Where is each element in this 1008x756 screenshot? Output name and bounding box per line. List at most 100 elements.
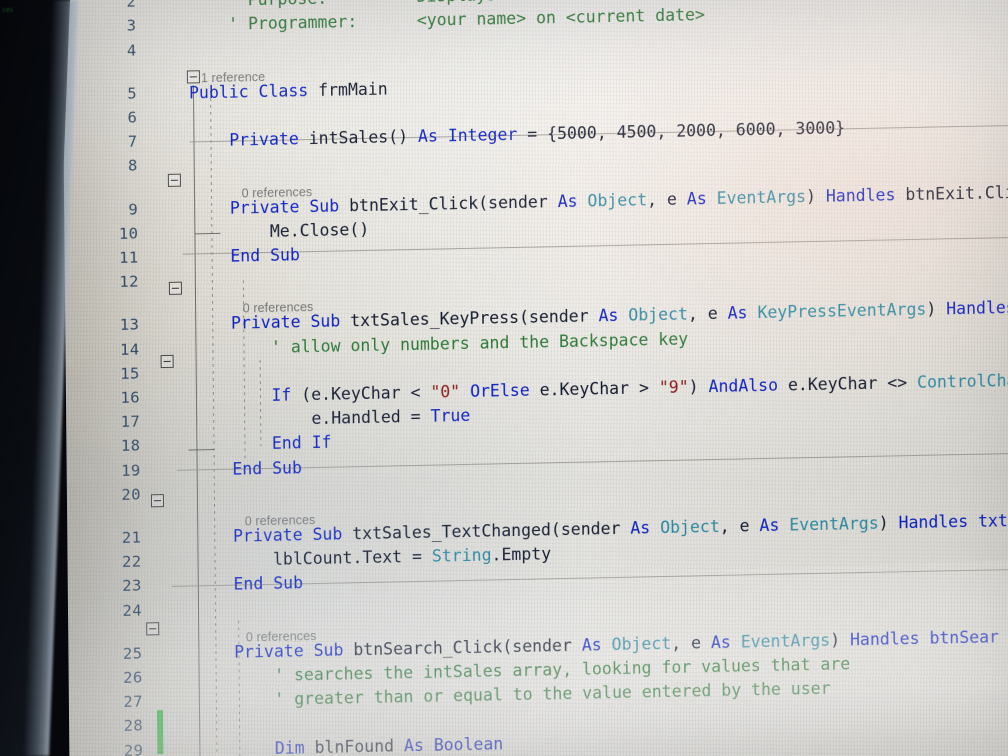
line-number: 10 <box>118 224 139 243</box>
code-line[interactable]: e.Handled = True <box>192 404 470 434</box>
code-token: Handles txt <box>898 511 1008 533</box>
code-line[interactable]: Dim blnFound As Boolean <box>195 732 504 756</box>
fold-toggle-textchanged[interactable] <box>150 494 165 508</box>
code-token: Object <box>660 516 720 538</box>
line-number: 26 <box>123 668 143 687</box>
code-token: End Sub <box>230 245 300 266</box>
code-token: .Empty <box>491 544 552 565</box>
code-token: End Sub <box>232 457 303 479</box>
line-number: 25 <box>122 644 143 663</box>
code-token: ) <box>805 186 826 206</box>
line-number: 14 <box>119 340 140 359</box>
line-number: 12 <box>119 272 139 292</box>
code-token: True <box>430 406 471 426</box>
code-token: Dim <box>274 737 315 756</box>
code-token: btnExit.Click <box>905 182 1008 204</box>
code-token: Me <box>190 221 290 243</box>
code-line[interactable]: End If <box>192 431 332 458</box>
line-number: 28 <box>123 716 144 736</box>
code-token: e.KeyChar > <box>539 378 659 400</box>
code-token: Object <box>587 189 648 211</box>
code-token: As <box>710 632 741 652</box>
code-token: As <box>686 188 717 209</box>
line-number: 7 <box>127 132 138 151</box>
code-token: EventArgs <box>716 186 807 208</box>
code-token: End If <box>271 433 332 454</box>
line-number: 19 <box>121 461 141 480</box>
code-token: End Sub <box>233 573 304 595</box>
code-token: As <box>581 634 612 655</box>
code-token: .Close() <box>289 219 370 241</box>
line-number: 24 <box>122 601 143 620</box>
code-token: Public Class <box>188 80 319 103</box>
code-token: 5000, 4500, 2000, 6000, 3000 <box>556 118 836 144</box>
line-number: 8 <box>127 156 138 176</box>
code-token: blnFound <box>314 735 405 756</box>
code-token: e.KeyChar <> <box>787 372 918 395</box>
code-token: Handles t <box>946 298 1008 319</box>
code-line[interactable]: If (e.KeyChar < "0" OrElse e.KeyChar > "… <box>192 369 1008 410</box>
code-token: btnExit_Click(sender <box>349 191 558 215</box>
code-token: "9" <box>658 377 689 398</box>
code-token: , e <box>646 189 687 209</box>
code-token: , e <box>719 516 760 536</box>
photographed-screen: ces 123456789101112131415161718192021222… <box>0 0 1008 756</box>
code-line[interactable]: End Sub <box>194 572 304 598</box>
code-token: Private <box>229 129 309 150</box>
code-token: Private Sub <box>230 311 351 334</box>
code-token: Object <box>611 633 672 654</box>
code-token: intSales() <box>308 127 419 149</box>
code-token: Private Sub <box>232 524 353 546</box>
code-line[interactable]: Private intSales() As Integer = {5000, 4… <box>189 117 845 154</box>
fold-toggle-if[interactable] <box>160 354 174 369</box>
code-token: String <box>431 545 492 566</box>
fold-toggle-keypress[interactable] <box>168 281 182 295</box>
code-token: txtSales_KeyPress(sender <box>350 306 599 331</box>
code-line[interactable]: End Sub <box>191 243 301 269</box>
code-token: Private Sub <box>229 195 350 218</box>
code-token: As <box>727 303 758 324</box>
code-token: Private Sub <box>234 640 354 662</box>
code-token: btnSearch_Click(sender <box>353 635 582 660</box>
code-token: lblCount.Text = <box>193 546 433 571</box>
line-number: 17 <box>120 412 141 432</box>
code-token: ) <box>830 630 851 650</box>
code-line[interactable]: Private Sub btnExit_Click(sender As Obje… <box>190 180 1008 221</box>
code-token: } <box>835 118 846 138</box>
line-number: 23 <box>122 576 142 596</box>
line-number: 29 <box>123 741 144 756</box>
editor-screen: 1234567891011121314151617181920212223242… <box>62 0 1008 756</box>
line-number: 16 <box>120 388 141 407</box>
code-line[interactable]: Public Class frmMain <box>189 77 388 105</box>
line-number: 11 <box>119 248 139 267</box>
code-line[interactable]: Me.Close() <box>190 218 370 246</box>
code-token: ControlChar <box>916 370 1008 392</box>
code-line[interactable]: End Sub <box>193 456 303 482</box>
code-token: ) <box>878 513 899 533</box>
line-number: 15 <box>120 364 140 383</box>
code-line[interactable]: Private Sub txtSales_TextChanged(sender … <box>193 509 1008 549</box>
code-token: Handles btnSear <box>849 627 1000 650</box>
code-token: , e <box>671 632 712 653</box>
line-number: 18 <box>120 436 141 456</box>
code-token: As Boolean <box>403 733 504 755</box>
line-number: 21 <box>121 528 142 547</box>
fold-toggle-btnexit[interactable] <box>167 173 181 187</box>
code-token: As Integer <box>417 124 528 147</box>
code-token: As <box>759 515 790 536</box>
fold-toggle-btnsearch[interactable] <box>146 622 160 636</box>
code-token: EventArgs <box>789 513 879 535</box>
code-token: As <box>557 191 588 211</box>
